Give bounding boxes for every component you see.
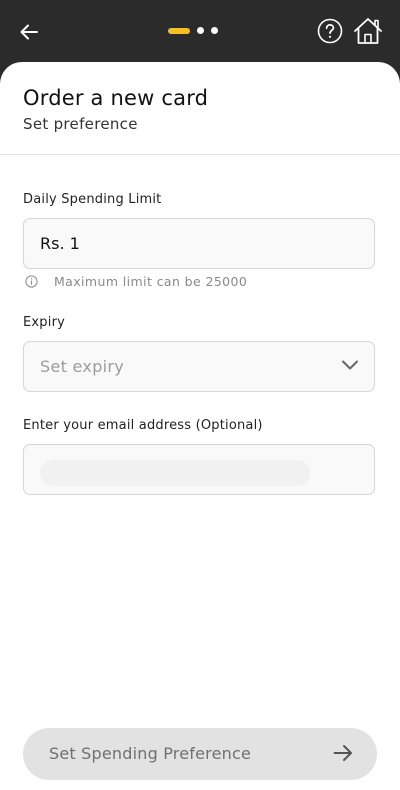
back-button[interactable] xyxy=(14,18,44,46)
expiry-label: Expiry xyxy=(23,315,66,330)
page-title: Order a new card xyxy=(23,86,209,110)
page-header: Order a new card Set preference xyxy=(0,62,400,155)
email-field[interactable] xyxy=(23,444,375,495)
question-circle-icon xyxy=(317,18,343,44)
email-label: Enter your email address (Optional) xyxy=(23,418,263,433)
home-icon xyxy=(354,18,382,44)
arrow-left-icon xyxy=(20,24,38,40)
step-indicator xyxy=(197,27,204,34)
spending-limit-input[interactable]: Rs. 1 xyxy=(23,218,375,269)
step-indicator-active xyxy=(168,27,190,34)
step-indicator xyxy=(211,27,218,34)
expiry-select[interactable]: Set expiry xyxy=(23,341,375,392)
content-sheet: Order a new card Set preference Daily Sp… xyxy=(0,62,400,790)
progress-stepper xyxy=(168,27,218,34)
email-input[interactable] xyxy=(40,460,310,486)
spending-limit-label: Daily Spending Limit xyxy=(23,192,162,207)
top-bar xyxy=(0,0,400,64)
spending-limit-hint: Maximum limit can be 25000 xyxy=(25,274,247,289)
set-spending-preference-button[interactable]: Set Spending Preference xyxy=(23,728,377,780)
expiry-placeholder: Set expiry xyxy=(40,357,125,376)
info-icon xyxy=(25,275,38,288)
arrow-right-icon xyxy=(333,745,352,761)
page-subtitle: Set preference xyxy=(23,115,138,133)
spending-limit-hint-text: Maximum limit can be 25000 xyxy=(54,274,248,289)
chevron-down-icon xyxy=(342,360,358,370)
help-button[interactable] xyxy=(317,18,343,44)
set-spending-preference-label: Set Spending Preference xyxy=(49,744,252,763)
home-button[interactable] xyxy=(353,17,383,45)
spending-limit-value: Rs. 1 xyxy=(40,234,80,253)
